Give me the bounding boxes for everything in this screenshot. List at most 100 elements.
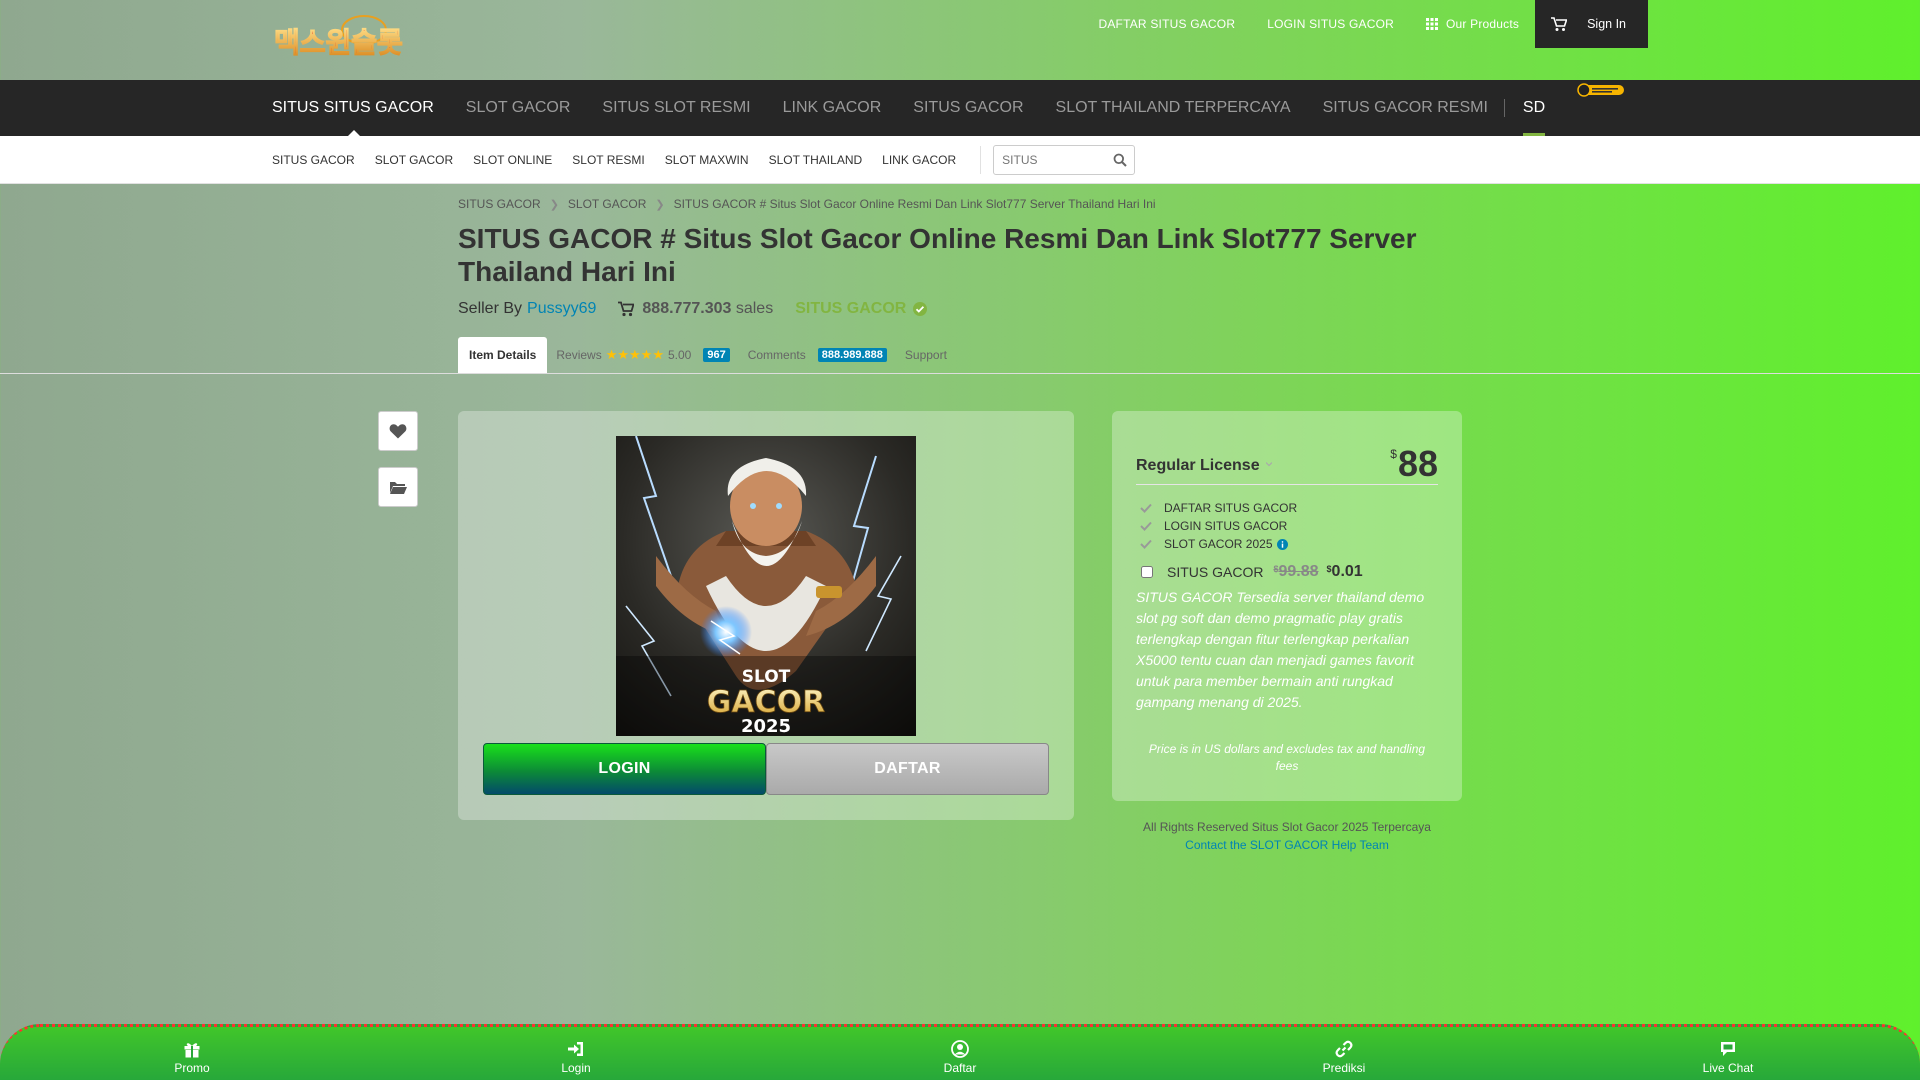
sign-in-label: Sign In xyxy=(1587,17,1626,31)
old-price-value: 99.88 xyxy=(1278,563,1319,580)
link-icon xyxy=(1335,1040,1353,1057)
check-icon xyxy=(1140,503,1152,513)
feature-label: LOGIN SITUS GACOR xyxy=(1164,519,1288,533)
comments-label: Comments xyxy=(747,348,806,362)
subnav-item-slot-thailand[interactable]: SLOT THAILAND xyxy=(759,153,873,167)
bottom-item-label: Login xyxy=(561,1060,591,1075)
bottom-item-live-chat[interactable]: Live Chat xyxy=(1536,1027,1920,1080)
favorite-button[interactable] xyxy=(378,411,418,451)
subnav-item-slot-maxwin[interactable]: SLOT MAXWIN xyxy=(655,153,759,167)
search-icon[interactable] xyxy=(1113,153,1127,167)
new-price-value: 0.01 xyxy=(1331,563,1363,580)
tab-item-details[interactable]: Item Details xyxy=(458,337,548,373)
item-preview-card: SLOT GACOR 2025 LOGIN DAFTAR xyxy=(458,411,1074,820)
artwork-line2: GACOR xyxy=(707,685,825,720)
seller-line: Seller By Pussyy69 888.777.303 sales SIT… xyxy=(458,300,928,318)
cart-icon[interactable] xyxy=(1551,16,1568,32)
mainnav-item-situs-gacor-resmi[interactable]: SITUS GACOR RESMI xyxy=(1307,80,1504,136)
artwork-line1: SLOT xyxy=(742,667,791,687)
reviews-label: Reviews xyxy=(556,348,602,362)
rights-notice: All Rights Reserved Situs Slot Gacor 202… xyxy=(1112,818,1462,854)
rating-stars-icon: ★★★★★ xyxy=(605,347,664,362)
top-header: 맥스윈슬롯 DAFTAR SITUS GACOR LOGIN SITUS GAC… xyxy=(0,0,1920,80)
sales-suffix: sales xyxy=(735,300,774,317)
grid-icon xyxy=(1425,18,1438,30)
breadcrumb-item[interactable]: SLOT GACOR xyxy=(568,197,646,211)
feature-list: DAFTAR SITUS GACOR LOGIN SITUS GACOR SLO… xyxy=(1140,499,1297,553)
bottom-item-label: Daftar xyxy=(943,1060,977,1075)
seller-link[interactable]: Pussyy69 xyxy=(527,300,596,318)
check-icon xyxy=(1140,521,1152,531)
artwork-line3: 2025 xyxy=(741,716,791,736)
top-link-login[interactable]: LOGIN SITUS GACOR xyxy=(1251,0,1410,48)
license-name: Regular License xyxy=(1136,457,1260,474)
search-box xyxy=(993,145,1136,175)
user-icon xyxy=(951,1039,969,1058)
help-team-link[interactable]: Contact the SLOT GACOR Help Team xyxy=(1112,836,1462,854)
elite-author-badge[interactable]: SITUS GACOR xyxy=(795,300,928,318)
heart-icon xyxy=(389,424,407,439)
reviews-count-badge: 967 xyxy=(703,348,730,362)
subnav-item-slot-online[interactable]: SLOT ONLINE xyxy=(463,153,562,167)
mainnav-item-sd[interactable]: SD xyxy=(1507,80,1561,136)
tab-support[interactable]: Support xyxy=(896,337,956,373)
addon-new-price: $0.01 xyxy=(1327,563,1363,581)
info-icon[interactable] xyxy=(1276,538,1288,550)
comments-count-badge: 888.989.888 xyxy=(817,348,887,362)
bottom-item-label: Promo xyxy=(174,1060,210,1075)
sign-in-button[interactable]: Sign In xyxy=(1535,0,1648,48)
chevron-right-icon: ❯ xyxy=(549,198,559,211)
tab-comments[interactable]: Comments 888.989.888 xyxy=(739,337,896,373)
mainnav-item-situs-slot-resmi[interactable]: SITUS SLOT RESMI xyxy=(586,80,766,136)
addon-checkbox[interactable] xyxy=(1141,566,1153,578)
purchase-panel: Regular License $ 88 DAFTAR SITUS GACOR … xyxy=(1112,411,1462,801)
our-products-link[interactable]: Our Products xyxy=(1410,0,1535,48)
bottom-item-daftar[interactable]: Daftar xyxy=(768,1027,1152,1080)
bottom-item-login[interactable]: Login xyxy=(384,1027,768,1080)
site-logo[interactable]: 맥스윈슬롯 xyxy=(272,14,428,62)
mainnav-item-slot-thailand[interactable]: SLOT THAILAND TERPERCAYA xyxy=(1040,80,1307,136)
login-button[interactable]: LOGIN xyxy=(483,743,766,795)
verified-icon xyxy=(913,302,928,316)
price-value: 88 xyxy=(1397,443,1438,484)
chevron-down-icon xyxy=(1266,462,1272,467)
daftar-button[interactable]: DAFTAR xyxy=(766,743,1049,795)
bottom-item-promo[interactable]: Promo xyxy=(0,1027,384,1080)
subnav-item-situs-gacor[interactable]: SITUS GACOR xyxy=(272,153,365,167)
addon-label: SITUS GACOR xyxy=(1167,564,1264,580)
subnav-divider xyxy=(980,146,982,174)
feature-item: LOGIN SITUS GACOR xyxy=(1140,517,1297,535)
mainnav-item-situs-situs-gacor[interactable]: SITUS SITUS GACOR xyxy=(272,80,450,136)
main-nav: SITUS SITUS GACOR SLOT GACOR SITUS SLOT … xyxy=(0,80,1920,136)
license-selector[interactable]: Regular License $ 88 xyxy=(1136,443,1438,485)
breadcrumb: SITUS GACOR ❯ SLOT GACOR ❯ SITUS GACOR #… xyxy=(458,197,1156,211)
subnav-item-slot-gacor[interactable]: SLOT GACOR xyxy=(365,153,463,167)
check-icon xyxy=(1140,539,1152,549)
tab-reviews[interactable]: Reviews ★★★★★ 5.00 967 xyxy=(547,337,738,373)
sub-nav: SITUS GACOR SLOT GACOR SLOT ONLINE SLOT … xyxy=(0,136,1920,184)
login-icon xyxy=(568,1041,583,1056)
mainnav-item-slot-gacor[interactable]: SLOT GACOR xyxy=(450,80,587,136)
elite-label: SITUS GACOR xyxy=(795,300,907,317)
bottom-nav-bar: Promo Login Daftar Prediksi Live Chat xyxy=(0,1024,1920,1080)
breadcrumb-current: SITUS GACOR # Situs Slot Gacor Online Re… xyxy=(673,197,1156,211)
breadcrumb-item[interactable]: SITUS GACOR xyxy=(458,197,541,211)
bottom-item-prediksi[interactable]: Prediksi xyxy=(1152,1027,1536,1080)
mainnav-item-link-gacor[interactable]: LINK GACOR xyxy=(767,80,898,136)
item-header: SITUS GACOR ❯ SLOT GACOR ❯ SITUS GACOR #… xyxy=(0,184,1920,374)
search-input[interactable] xyxy=(1002,147,1113,173)
item-tabs: Item Details Reviews ★★★★★ 5.00 967 Comm… xyxy=(458,337,956,373)
top-link-daftar[interactable]: DAFTAR SITUS GACOR xyxy=(1082,0,1251,48)
subnav-item-link-gacor[interactable]: LINK GACOR xyxy=(872,153,966,167)
subnav-item-slot-resmi[interactable]: SLOT RESMI xyxy=(562,153,654,167)
license-price: $ 88 xyxy=(1390,443,1438,485)
chat-icon xyxy=(1721,1041,1735,1056)
chevron-right-icon: ❯ xyxy=(655,198,665,211)
mainnav-item-situs-gacor[interactable]: SITUS GACOR xyxy=(897,80,1039,136)
add-to-collection-button[interactable] xyxy=(378,467,418,507)
feature-item: DAFTAR SITUS GACOR xyxy=(1140,499,1297,517)
rights-text: All Rights Reserved Situs Slot Gacor 202… xyxy=(1143,820,1431,834)
currency-symbol: $ xyxy=(1390,447,1397,461)
item-preview-image[interactable]: SLOT GACOR 2025 xyxy=(616,436,916,736)
feature-item: SLOT GACOR 2025 xyxy=(1140,535,1297,553)
